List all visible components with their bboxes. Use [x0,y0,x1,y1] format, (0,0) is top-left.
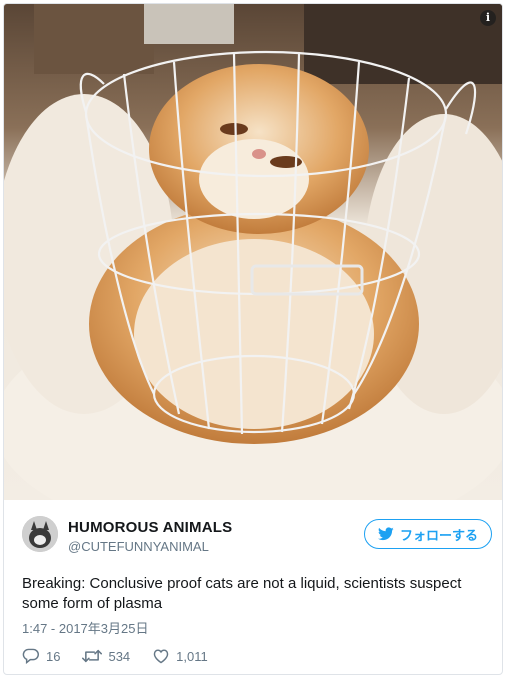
author-names: HUMOROUS ANIMALS @CUTEFUNNYANIMAL [68,519,232,554]
like-button[interactable]: 1,011 [152,648,208,664]
heart-icon [153,649,169,664]
tweet-card: i HUMOROUS ANIMALS @CUTEFUNNYANIMAL フォロー… [3,3,503,675]
like-count: 1,011 [176,648,208,664]
tweet-timestamp[interactable]: 1:47 - 2017年3月25日 [22,618,148,637]
follow-button[interactable]: フォローする [364,519,492,549]
avatar-image [22,516,58,552]
retweet-count: 534 [108,648,131,664]
tweet-header: HUMOROUS ANIMALS @CUTEFUNNYANIMAL フォローする [22,516,492,560]
reply-icon [22,648,39,664]
display-name[interactable]: HUMOROUS ANIMALS [68,519,232,536]
reply-button[interactable]: 16 [22,648,60,664]
info-icon[interactable]: i [480,10,496,26]
retweet-button[interactable]: 534 [82,648,130,664]
twitter-bird-icon [377,527,394,541]
retweet-icon [82,649,103,663]
reply-count: 16 [46,648,61,664]
follow-label: フォローする [399,527,478,543]
tweet-photo[interactable]: i [4,4,502,500]
tweet-actions: 16 534 1,011 [22,646,230,666]
avatar[interactable] [22,516,58,552]
tweet-text: Breaking: Conclusive proof cats are not … [22,575,462,612]
user-handle[interactable]: @CUTEFUNNYANIMAL [68,539,232,554]
cat-in-basket-photo [4,4,502,500]
